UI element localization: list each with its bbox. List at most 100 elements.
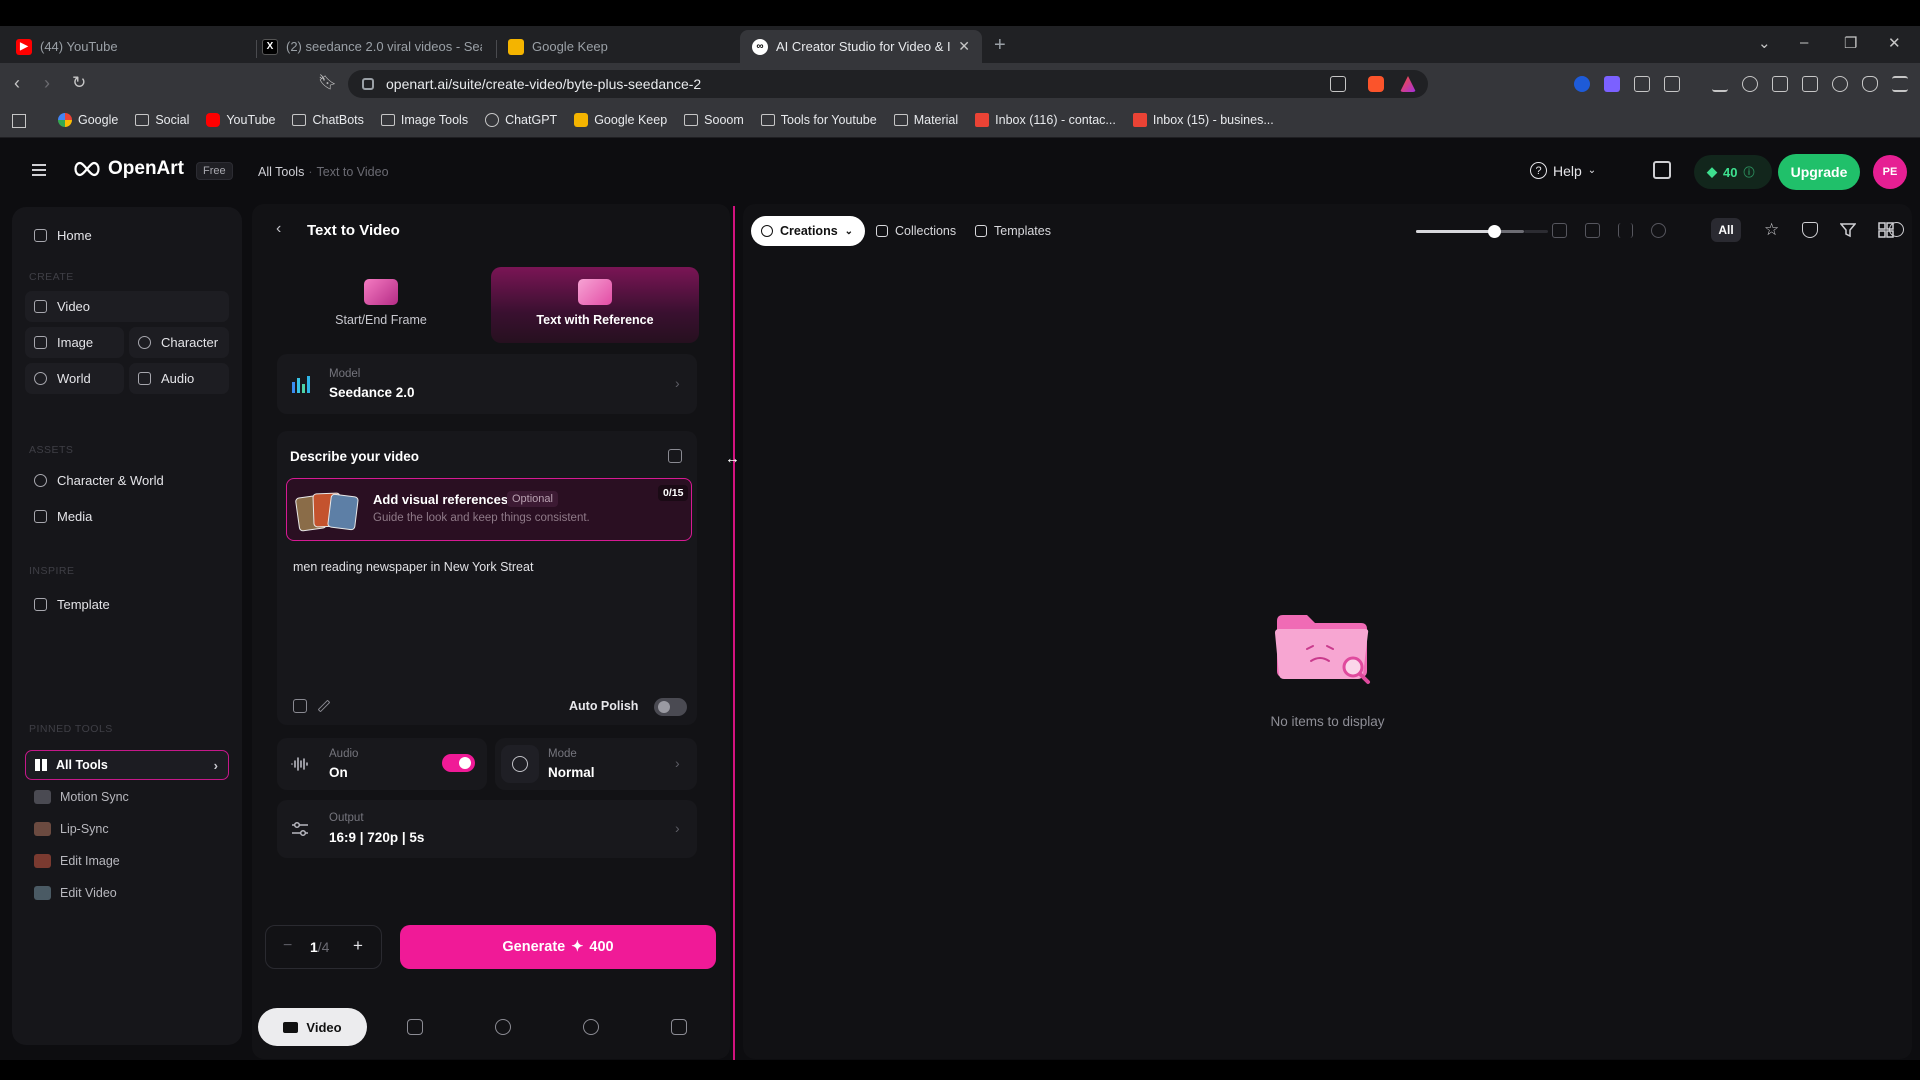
- audio-icon[interactable]: [671, 1019, 687, 1035]
- model-selector[interactable]: Model Seedance 2.0 ›: [277, 354, 697, 414]
- url-text[interactable]: openart.ai/suite/create-video/byte-plus-…: [386, 76, 701, 92]
- pinned-motion-sync[interactable]: Motion Sync: [34, 790, 129, 804]
- brave-shield-icon[interactable]: [1368, 76, 1384, 92]
- bookmark-inbox-business[interactable]: Inbox (15) - busines...: [1132, 113, 1274, 127]
- credits-badge[interactable]: ◆ 40 ⓘ: [1694, 155, 1772, 189]
- openart-logo[interactable]: OpenArt: [72, 158, 184, 180]
- sidebar-item-image[interactable]: Image: [25, 327, 124, 358]
- audio-setting[interactable]: Audio On: [277, 738, 487, 790]
- shield-icon[interactable]: [1802, 222, 1818, 238]
- wallet-icon[interactable]: [1802, 76, 1818, 92]
- filter-funnel-icon[interactable]: [1839, 222, 1857, 238]
- audio-toggle[interactable]: [442, 754, 475, 772]
- browser-tab-active[interactable]: ∞ AI Creator Studio for Video & Im ✕: [740, 30, 982, 63]
- add-visual-references[interactable]: Add visual references Optional Guide the…: [286, 478, 692, 541]
- extension-icon[interactable]: [1604, 76, 1620, 92]
- bookmark-sooom[interactable]: Sooom: [684, 113, 744, 127]
- bookmark-material[interactable]: Material: [893, 113, 958, 127]
- vpn-icon[interactable]: [1862, 76, 1878, 92]
- pinned-edit-image[interactable]: Edit Image: [34, 854, 120, 868]
- pinned-edit-video[interactable]: Edit Video: [34, 886, 117, 900]
- extensions-puzzle-icon[interactable]: [1634, 76, 1650, 92]
- site-info-icon[interactable]: [362, 78, 374, 90]
- tab-collections[interactable]: Collections: [876, 216, 956, 246]
- panel-resize-handle[interactable]: [733, 206, 735, 1060]
- thumbnail-size-slider[interactable]: [1416, 225, 1524, 238]
- world-icon[interactable]: [583, 1019, 599, 1035]
- bookmark-google-keep[interactable]: Google Keep: [574, 113, 667, 127]
- sidebar-item-home[interactable]: Home: [34, 228, 92, 243]
- mode-setting[interactable]: Mode Normal ›: [495, 738, 697, 790]
- tab-templates[interactable]: Templates: [975, 216, 1051, 246]
- media-icon[interactable]: [1742, 76, 1758, 92]
- omnibox[interactable]: openart.ai/suite/create-video/byte-plus-…: [348, 70, 1428, 98]
- menu-icon[interactable]: [32, 164, 46, 176]
- pinned-lip-sync[interactable]: Lip-Sync: [34, 822, 109, 836]
- sidebar-item-video[interactable]: Video: [25, 291, 229, 322]
- bookmark-chatbots[interactable]: ChatBots: [292, 113, 364, 127]
- slider-thumb[interactable]: [1487, 225, 1501, 238]
- star-icon[interactable]: ☆: [1764, 221, 1780, 238]
- share-icon[interactable]: [1330, 76, 1346, 92]
- filter-image-icon[interactable]: [1552, 223, 1567, 238]
- download-icon[interactable]: [1712, 76, 1728, 92]
- scan-icon[interactable]: [293, 699, 307, 713]
- bookmark-chatgpt[interactable]: ChatGPT: [485, 113, 557, 127]
- tab-text-with-reference[interactable]: Text with Reference: [491, 267, 699, 343]
- tab-creations[interactable]: Creations ⌄: [751, 216, 866, 246]
- generate-button[interactable]: Generate ✦ 400: [400, 925, 716, 969]
- tab-search-icon[interactable]: ⌄: [1758, 34, 1771, 52]
- image-icon[interactable]: [407, 1019, 423, 1035]
- upgrade-button[interactable]: Upgrade: [1778, 154, 1860, 190]
- bookmark-icon[interactable]: 🔖︎: [318, 73, 337, 93]
- bookmark-social[interactable]: Social: [135, 113, 189, 127]
- back-icon[interactable]: ‹: [14, 73, 20, 93]
- bookmark-google[interactable]: Google: [58, 113, 118, 127]
- breadcrumb-root[interactable]: All Tools: [258, 165, 304, 179]
- sidebar-item-character[interactable]: Character: [129, 327, 229, 358]
- leo-ai-icon[interactable]: [1832, 76, 1848, 92]
- new-tab-button[interactable]: +: [994, 34, 1006, 57]
- bookmark-inbox-contact[interactable]: Inbox (116) - contac...: [975, 113, 1116, 127]
- decrement-button[interactable]: −: [283, 937, 292, 955]
- bookmark-image-tools[interactable]: Image Tools: [380, 113, 468, 127]
- sidebar-item-character-world[interactable]: Character & World: [34, 473, 164, 488]
- apps-grid-icon[interactable]: [12, 114, 26, 128]
- magic-wand-icon[interactable]: [317, 699, 331, 713]
- browser-tab[interactable]: Google Keep: [496, 30, 736, 63]
- close-tab-icon[interactable]: ✕: [958, 38, 970, 55]
- gift-icon[interactable]: [1653, 161, 1671, 179]
- character-icon[interactable]: [495, 1019, 511, 1035]
- browser-tab[interactable]: X (2) seedance 2.0 viral videos - Search: [250, 30, 494, 63]
- auto-polish-toggle[interactable]: [654, 698, 687, 716]
- avatar[interactable]: PE: [1873, 155, 1907, 189]
- reload-icon[interactable]: ↻: [72, 73, 86, 93]
- sidebar-item-world[interactable]: World: [25, 363, 124, 394]
- close-window-icon[interactable]: ✕: [1888, 34, 1901, 52]
- sidebar-item-audio[interactable]: Audio: [129, 363, 229, 394]
- back-icon[interactable]: ‹: [276, 220, 281, 238]
- sidebar-icon[interactable]: [1772, 76, 1788, 92]
- extension-icon[interactable]: [1574, 76, 1590, 92]
- filter-world-icon[interactable]: [1651, 223, 1666, 238]
- restore-icon[interactable]: ❐: [1844, 34, 1857, 52]
- sidebar-item-media[interactable]: Media: [34, 509, 92, 524]
- sidebar-item-template[interactable]: Template: [34, 597, 110, 612]
- tab-start-end-frame[interactable]: Start/End Frame: [277, 267, 485, 343]
- sidebar-item-all-tools[interactable]: All Tools ›: [25, 750, 229, 780]
- menu-icon[interactable]: [1892, 76, 1908, 92]
- prompt-input[interactable]: men reading newspaper in New York Streat: [293, 560, 533, 574]
- help-menu[interactable]: ? Help ⌄: [1530, 162, 1596, 179]
- filter-all[interactable]: All: [1711, 218, 1741, 242]
- bookmark-youtube[interactable]: YouTube: [206, 113, 275, 127]
- browser-tab[interactable]: ▶ (44) YouTube: [4, 30, 254, 63]
- forward-icon[interactable]: ›: [44, 73, 50, 93]
- expand-icon[interactable]: [668, 449, 682, 463]
- filter-audio-icon[interactable]: [1618, 223, 1633, 238]
- screenshot-icon[interactable]: [1664, 76, 1680, 92]
- bookmark-tools-for-youtube[interactable]: Tools for Youtube: [760, 113, 877, 127]
- minimize-icon[interactable]: –: [1800, 34, 1808, 51]
- search-icon[interactable]: [1889, 222, 1904, 237]
- bottom-tab-video[interactable]: Video: [258, 1008, 367, 1046]
- filter-video-icon[interactable]: [1585, 223, 1600, 238]
